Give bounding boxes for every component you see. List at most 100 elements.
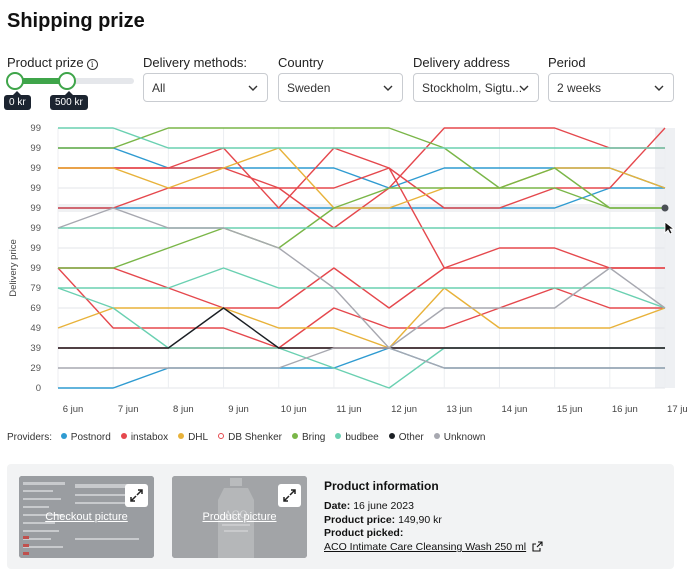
expand-checkout-button[interactable] (125, 484, 148, 507)
country-value: Sweden (287, 81, 331, 95)
y-tick-label: 99 (30, 263, 41, 274)
legend-dot-icon (218, 433, 225, 439)
legend-label: Bring (302, 432, 326, 443)
checkout-picture-thumbnail[interactable]: Checkout picture (19, 476, 154, 558)
x-tick-label: 10 jun (281, 404, 307, 415)
legend-label: Other (398, 432, 424, 443)
x-tick-label: 13 jun (446, 404, 472, 415)
delivery-methods-label: Delivery methods: (143, 55, 248, 70)
product-picked: Product picked: (324, 527, 403, 539)
price-min-tooltip: 0 kr (4, 91, 31, 110)
legend-dot-icon (120, 433, 127, 439)
product-name[interactable]: ACO Intimate Care Cleansing Wash 250 ml (324, 541, 526, 553)
country-label: Country (278, 55, 324, 70)
picked-label: Product picked: (324, 527, 404, 539)
external-link-icon[interactable] (532, 541, 543, 552)
x-tick-label: 8 jun (173, 404, 194, 415)
legend-dot-icon (60, 433, 67, 439)
price-label: Product price: (324, 514, 396, 526)
product-date: Date: 16 june 2023 (324, 500, 414, 512)
delivery-address-select[interactable]: Stockholm, Sigtu... (413, 73, 539, 102)
legend-item[interactable]: instabox (120, 432, 169, 443)
x-tick-label: 16 jun (612, 404, 638, 415)
chevron-down-icon (654, 85, 664, 91)
product-picture-link[interactable]: Product picture (172, 511, 307, 523)
product-prize-label-text: Product prize (7, 55, 84, 70)
chevron-down-icon (519, 85, 529, 91)
legend-item[interactable]: Unknown (433, 432, 486, 443)
product-info-title: Product information (324, 479, 439, 493)
checkout-picture-link[interactable]: Checkout picture (19, 511, 154, 523)
providers-legend: Providers: Postnord instabox DHL DB Shenker… (7, 432, 495, 443)
product-name-link[interactable]: ACO Intimate Care Cleansing Wash 250 ml (324, 541, 543, 553)
price-max-tooltip: 500 kr (50, 91, 88, 110)
hover-point-marker (661, 204, 669, 212)
y-tick-label: 39 (30, 343, 41, 354)
legend-dot-icon (335, 433, 342, 439)
page-title: Shipping prize (7, 10, 145, 32)
expand-product-button[interactable] (278, 484, 301, 507)
x-tick-label: 15 jun (557, 404, 583, 415)
legend-item[interactable]: Bring (292, 432, 325, 443)
series-line (57, 207, 666, 349)
legend-item[interactable]: Other (388, 432, 424, 443)
legend-label: Unknown (443, 432, 486, 443)
series-line (58, 167, 665, 269)
y-tick-label: 29 (30, 363, 41, 374)
y-tick-label: 69 (30, 303, 41, 314)
price-value: 149,90 kr (398, 514, 442, 526)
legend-dot-icon (388, 433, 395, 439)
x-tick-label: 17 jun (667, 404, 688, 415)
legend-label: budbee (345, 432, 379, 443)
x-tick-label: 6 jun (63, 404, 84, 415)
period-select[interactable]: 2 weeks (548, 73, 674, 102)
product-price: Product price: 149,90 kr (324, 514, 442, 526)
price-slider-min-handle[interactable] (6, 72, 24, 90)
legend-label: Postnord (70, 432, 111, 443)
date-value: 16 june 2023 (353, 500, 414, 512)
series-line (58, 127, 665, 149)
legend-dot-icon (178, 433, 185, 439)
y-tick-label: 99 (30, 143, 41, 154)
chevron-down-icon (248, 85, 258, 91)
expand-icon (283, 489, 296, 502)
product-picture-thumbnail[interactable]: ACO Product picture (172, 476, 307, 558)
chevron-down-icon (383, 85, 393, 91)
price-slider-max-handle[interactable] (58, 72, 76, 90)
y-tick-label: 99 (30, 163, 41, 174)
x-tick-label: 7 jun (118, 404, 139, 415)
legend-title: Providers: (7, 432, 53, 443)
legend-item[interactable]: Postnord (60, 432, 111, 443)
legend-item[interactable]: DB Shenker (218, 432, 282, 443)
info-icon[interactable]: i (86, 59, 98, 70)
legend-label: DHL (188, 432, 209, 443)
x-tick-label: 9 jun (228, 404, 249, 415)
legend-dot-icon (292, 433, 299, 439)
x-tick-label: 12 jun (391, 404, 417, 415)
product-prize-label: Product prize i (7, 55, 98, 70)
y-tick-label: 99 (30, 183, 41, 194)
y-tick-label: 99 (30, 203, 41, 214)
delivery-methods-value: All (152, 81, 166, 95)
x-tick-label: 11 jun (336, 404, 361, 415)
legend-label: instabox (130, 432, 169, 443)
series-line (58, 267, 666, 309)
expand-icon (130, 489, 143, 502)
legend-item[interactable]: budbee (335, 432, 379, 443)
delivery-address-label: Delivery address (413, 55, 510, 70)
y-axis-label: Delivery price (8, 239, 19, 297)
country-select[interactable]: Sweden (278, 73, 403, 102)
y-tick-label: 99 (30, 223, 41, 234)
y-tick-label: 79 (30, 283, 41, 294)
y-tick-label: 99 (30, 243, 41, 254)
delivery-methods-select[interactable]: All (143, 73, 268, 102)
y-tick-label: 0 (36, 383, 41, 394)
legend-item[interactable]: DHL (178, 432, 208, 443)
delivery-address-value: Stockholm, Sigtu... (422, 81, 523, 95)
y-tick-label: 99 (30, 123, 41, 134)
legend-label: DB Shenker (228, 432, 283, 443)
date-label: Date: (324, 500, 351, 512)
delivery-price-chart[interactable]: 0 29 39 49 69 79 99 99 99 99 99 99 99 99 6 jun 7 jun 8 j… (0, 118, 688, 423)
period-label: Period (548, 55, 586, 70)
period-value: 2 weeks (557, 81, 602, 95)
